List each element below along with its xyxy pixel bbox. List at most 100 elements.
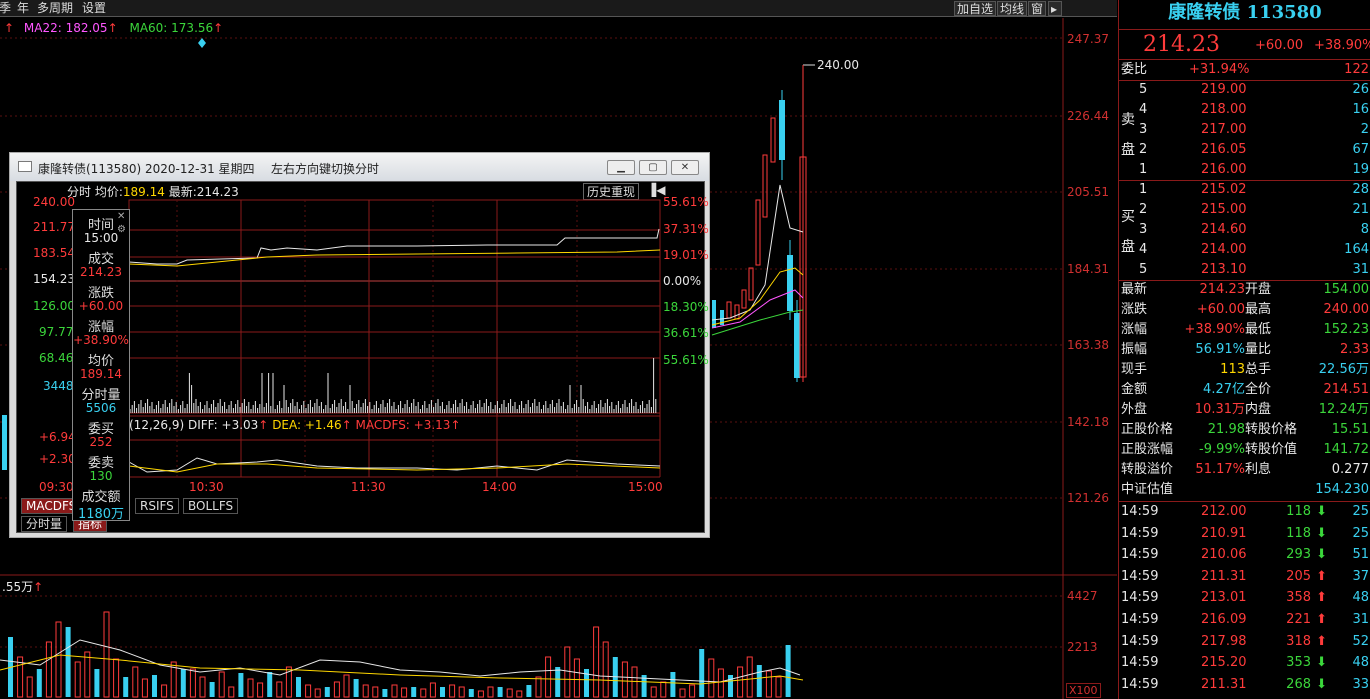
tick-volume: 221 <box>1286 612 1311 627</box>
arrow-down-icon: ⬇ <box>1316 655 1327 671</box>
tick-row: 14:59 210.06 293 ⬇ 51 <box>1119 545 1370 565</box>
tab-rsifs[interactable]: RSIFS <box>135 498 179 514</box>
level-volume: 26 <box>1352 82 1369 97</box>
popup-titlebar[interactable]: 康隆转债(113580) 2020-12-31 星期四 左右方向键切换分时 ▁ … <box>10 153 709 181</box>
buy-level-row[interactable]: 1 215.02 28 <box>1119 180 1370 200</box>
level-price: 214.60 <box>1201 222 1247 237</box>
stat-label: 现手 <box>1121 362 1148 377</box>
buy-level-row[interactable]: 2 215.00 21 <box>1119 200 1370 220</box>
volume-bar <box>199 676 206 698</box>
sell-level-row[interactable]: 5 219.00 26 <box>1119 80 1370 100</box>
close-icon[interactable]: ✕ <box>671 160 699 175</box>
volume-bar <box>103 611 110 698</box>
arrow-up-icon: ⬆ <box>1316 568 1327 584</box>
right-pct-tick: 55.61% <box>663 353 709 367</box>
buy-level-row[interactable]: 4 214.00 164 <box>1119 240 1370 260</box>
tab-minute-volume[interactable]: 分时量 <box>21 516 68 532</box>
tab-bollfs[interactable]: BOLLFS <box>183 498 239 514</box>
price-tick: 142.18 <box>1067 415 1109 429</box>
volume-bar <box>765 670 772 698</box>
buy-level-row[interactable]: 3 214.60 8 <box>1119 220 1370 240</box>
left-price-tick: 126.00 <box>33 299 75 313</box>
volume-bar <box>458 686 465 698</box>
time-tick: 15:00 <box>628 480 663 494</box>
tick-row: 14:59 216.09 221 ⬆ 31 <box>1119 610 1370 630</box>
volume-bar <box>209 682 215 697</box>
tick-count: 31 <box>1352 612 1369 627</box>
buy-level-row[interactable]: 5 213.10 31 <box>1119 260 1370 280</box>
volume-bar <box>65 627 71 697</box>
level-volume: 19 <box>1352 162 1369 177</box>
stat-label: 涨幅 <box>1121 322 1148 337</box>
volume-bar <box>737 666 744 698</box>
volume-bar <box>420 688 427 698</box>
stat-value: 141.72 <box>1323 442 1370 457</box>
level-number: 1 <box>1139 162 1148 177</box>
level-price: 215.02 <box>1201 182 1247 197</box>
stat-row: 涨幅 +38.90% 最低 152.23 <box>1119 320 1370 340</box>
tick-volume: 268 <box>1286 676 1311 692</box>
quote-panel: 康隆转债 113580 214.23 +60.00 +38.90% 委比 +31… <box>1118 0 1370 699</box>
stat-value: -9.99% <box>1199 442 1245 457</box>
volume-bar <box>401 687 408 698</box>
tick-row: 14:59 215.20 353 ⬇ 48 <box>1119 653 1370 673</box>
tooltip-value: +60.00 <box>78 299 124 313</box>
price-tick: 226.44 <box>1067 109 1109 123</box>
right-pct-tick: 19.01% <box>663 248 709 262</box>
volume-bar <box>440 687 445 697</box>
tick-price: 210.91 <box>1201 525 1247 541</box>
tooltip-value: 189.14 <box>80 367 122 381</box>
sell-level-row[interactable]: 1 216.00 19 <box>1119 160 1370 180</box>
stat-value: 240.00 <box>1323 302 1370 317</box>
tooltip-value: 1180万 <box>77 507 125 522</box>
stat-label: 开盘 <box>1245 282 1272 297</box>
diff-arrow-icon: ↑ <box>258 418 269 432</box>
maximize-icon[interactable]: ▢ <box>639 160 667 175</box>
level-price: 213.10 <box>1201 262 1247 277</box>
volume-bar <box>180 669 186 697</box>
sell-level-row[interactable]: 4 218.00 16 <box>1119 100 1370 120</box>
volume-bar <box>555 667 561 697</box>
signal-diamond-icon <box>198 38 206 48</box>
tick-count: 48 <box>1352 655 1369 671</box>
stat-row: 振幅 56.91% 量比 2.33 <box>1119 340 1370 360</box>
stat-value: 2.33 <box>1340 342 1369 357</box>
sell-level-row[interactable]: 3 217.00 2 <box>1119 120 1370 140</box>
level-volume: 2 <box>1360 122 1369 137</box>
arrow-down-icon: ⬇ <box>1316 676 1327 692</box>
stat-row: 外盘 10.31万 内盘 12.24万 <box>1119 400 1370 420</box>
volume-tick: 4427 <box>1067 589 1098 603</box>
volume-bar <box>391 684 398 698</box>
tick-row: 14:59 213.01 358 ⬆ 48 <box>1119 588 1370 608</box>
stat-value: +38.90% <box>1184 322 1245 337</box>
stat-value: 214.23 <box>1199 282 1246 297</box>
volume-unit: X100 <box>1066 683 1101 698</box>
stat-value: 0.277 <box>1331 462 1369 477</box>
stat-label: 外盘 <box>1121 402 1148 417</box>
tick-price: 211.31 <box>1201 568 1247 584</box>
stat-value: +60.00 <box>1196 302 1245 317</box>
level-price: 219.00 <box>1201 82 1247 97</box>
stat-label: 量比 <box>1245 342 1272 357</box>
intraday-popup-window[interactable]: 康隆转债(113580) 2020-12-31 星期四 左右方向键切换分时 ▁ … <box>9 152 710 538</box>
stat-row: 现手 113 总手 22.56万 <box>1119 360 1370 380</box>
security-name: 康隆转债 <box>1168 2 1241 23</box>
tick-price: 215.20 <box>1201 655 1247 671</box>
valuation-row: 中证估值 154.230 <box>1119 480 1370 500</box>
tick-price: 211.31 <box>1201 676 1247 692</box>
arrow-down-icon: ⬇ <box>1316 504 1327 519</box>
volume-bar <box>468 689 474 697</box>
volume-bar <box>305 684 312 698</box>
tick-row: 14:59 211.31 268 ⬇ 33 <box>1119 675 1370 695</box>
tooltip-value: 5506 <box>85 401 117 415</box>
level-price: 216.05 <box>1201 142 1247 157</box>
stat-label: 金额 <box>1121 382 1148 397</box>
sell-level-row[interactable]: 2 216.05 67 <box>1119 140 1370 160</box>
volume-bar <box>161 684 168 698</box>
minimize-icon[interactable]: ▁ <box>607 160 635 175</box>
volume-value: .55万 <box>2 580 34 594</box>
tick-time: 14:59 <box>1121 504 1159 519</box>
price-tick: 247.37 <box>1067 32 1109 46</box>
level-price: 215.00 <box>1201 202 1247 217</box>
level-number: 5 <box>1139 262 1148 277</box>
